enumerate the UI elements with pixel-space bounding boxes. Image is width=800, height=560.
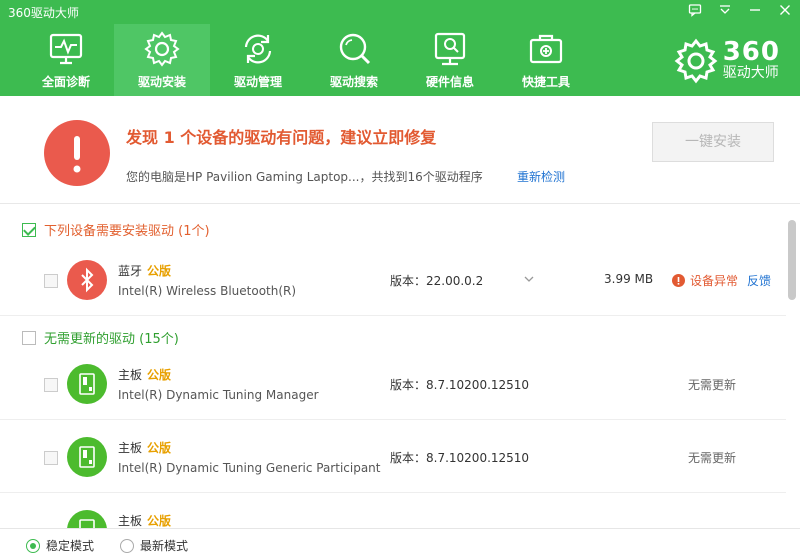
brand-text: 360 驱动大师: [722, 37, 780, 82]
menu-icon[interactable]: [718, 3, 732, 17]
window-title: 360驱动大师: [8, 6, 79, 20]
row-device-name: Intel(R) Dynamic Tuning Manager: [118, 388, 319, 402]
nav-driver-install[interactable]: 驱动安装: [114, 24, 210, 96]
feedback-link[interactable]: 反馈: [747, 272, 771, 289]
minimize-icon[interactable]: [748, 3, 762, 17]
row-category: 主板: [118, 441, 143, 455]
row-badge: 公版: [147, 368, 172, 382]
gear-icon: [144, 31, 180, 67]
section-checkbox[interactable]: [22, 330, 36, 345]
row-badge: 公版: [147, 441, 172, 455]
section-no-update: 无需更新的驱动 (15个): [22, 328, 179, 347]
warning-icon: [44, 120, 110, 186]
alert-description: 您的电脑是HP Pavilion Gaming Laptop...，共找到16个…: [126, 170, 483, 184]
motherboard-icon: [67, 510, 107, 528]
nav-label: 驱动搜索: [329, 75, 378, 89]
row-checkbox[interactable]: [44, 451, 58, 465]
nav-label: 驱动管理: [233, 75, 282, 89]
hardware-info-icon: [434, 32, 466, 66]
chevron-down-icon[interactable]: [524, 274, 534, 284]
nav-label: 驱动安装: [137, 75, 186, 89]
nav-full-diagnosis[interactable]: 全面诊断: [18, 24, 114, 96]
table-row: 蓝牙 公版 Intel(R) Wireless Bluetooth(R) 版本：…: [0, 244, 786, 316]
feedback-icon[interactable]: [688, 3, 702, 17]
mode-label: 稳定模式: [46, 539, 95, 553]
mode-label: 最新模式: [140, 539, 189, 553]
360-logo-icon: [674, 38, 718, 84]
main-nav: 全面诊断 驱动安装 驱动管理 驱动搜索 硬件信息 快捷工具: [18, 24, 594, 96]
scrollbar[interactable]: [788, 220, 796, 300]
footer: 稳定模式 最新模式: [0, 528, 800, 560]
row-category: 蓝牙: [118, 264, 143, 278]
row-checkbox[interactable]: [44, 274, 58, 288]
nav-label: 快捷工具: [521, 75, 570, 89]
nav-driver-search[interactable]: 驱动搜索: [306, 24, 402, 96]
row-status: 无需更新: [688, 378, 737, 392]
row-badge: 公版: [147, 514, 172, 528]
section-label: 下列设备需要安装驱动 (1个): [44, 224, 210, 239]
mode-stable-radio[interactable]: 稳定模式: [26, 537, 94, 554]
row-category: 主板: [118, 514, 143, 528]
monitor-pulse-icon: [49, 33, 83, 65]
radio-icon: [26, 538, 40, 553]
table-row: 主板 公版: [0, 494, 786, 528]
row-status-text: 设备异常: [690, 274, 739, 288]
table-row: 主板 公版 Intel(R) Dynamic Tuning Generic Pa…: [0, 421, 786, 493]
nav-quick-tools[interactable]: 快捷工具: [498, 24, 594, 96]
table-row: 主板 公版 Intel(R) Dynamic Tuning Manager 版本…: [0, 348, 786, 420]
motherboard-icon: [67, 437, 107, 477]
brand: 360 驱动大师: [673, 38, 780, 84]
driver-list: 下列设备需要安装驱动 (1个) 蓝牙 公版 Intel(R) Wireless …: [0, 204, 786, 528]
close-icon[interactable]: [778, 3, 792, 17]
row-status: 无需更新: [688, 451, 737, 465]
nav-driver-manage[interactable]: 驱动管理: [210, 24, 306, 96]
alert-title: 发现 1 个设备的驱动有问题，建议立即修复: [126, 128, 437, 147]
nav-label: 硬件信息: [425, 75, 474, 89]
refresh-gear-icon: [244, 34, 272, 64]
row-version: 版本：22.00.0.2: [390, 274, 484, 288]
row-category: 主板: [118, 368, 143, 382]
row-version: 版本：8.7.10200.12510: [390, 378, 530, 392]
section-need-install: 下列设备需要安装驱动 (1个): [22, 220, 210, 239]
radio-icon: [120, 538, 134, 553]
bluetooth-icon: [67, 260, 107, 300]
row-error-status: 设备异常: [672, 272, 738, 289]
scan-result-panel: 发现 1 个设备的驱动有问题，建议立即修复 您的电脑是HP Pavilion G…: [0, 96, 800, 204]
section-label: 无需更新的驱动 (15个): [44, 332, 179, 347]
brand-name: 驱动大师: [722, 65, 779, 81]
one-key-install-button[interactable]: 一键安装: [652, 122, 774, 162]
brand-number: 360: [722, 37, 780, 67]
nav-hardware-info[interactable]: 硬件信息: [402, 24, 498, 96]
toolbox-icon: [529, 34, 563, 64]
row-device-name: Intel(R) Dynamic Tuning Generic Particip…: [118, 461, 381, 475]
row-badge: 公版: [147, 264, 172, 278]
row-checkbox[interactable]: [44, 378, 58, 392]
window-controls: [688, 3, 792, 17]
row-device-name: Intel(R) Wireless Bluetooth(R): [118, 284, 297, 298]
search-icon: [339, 33, 371, 65]
motherboard-icon: [67, 364, 107, 404]
row-version: 版本：8.7.10200.12510: [390, 451, 530, 465]
section-checkbox[interactable]: [22, 222, 36, 237]
nav-label: 全面诊断: [41, 75, 90, 89]
app-header: 360驱动大师 全面诊断 驱动安装 驱动管理 驱动搜索 硬件信息 快捷工具 36…: [0, 0, 800, 96]
row-size: 3.99 MB: [604, 272, 654, 286]
mode-latest-radio[interactable]: 最新模式: [120, 537, 188, 554]
error-icon: [672, 274, 685, 287]
recheck-link[interactable]: 重新检测: [517, 168, 565, 185]
